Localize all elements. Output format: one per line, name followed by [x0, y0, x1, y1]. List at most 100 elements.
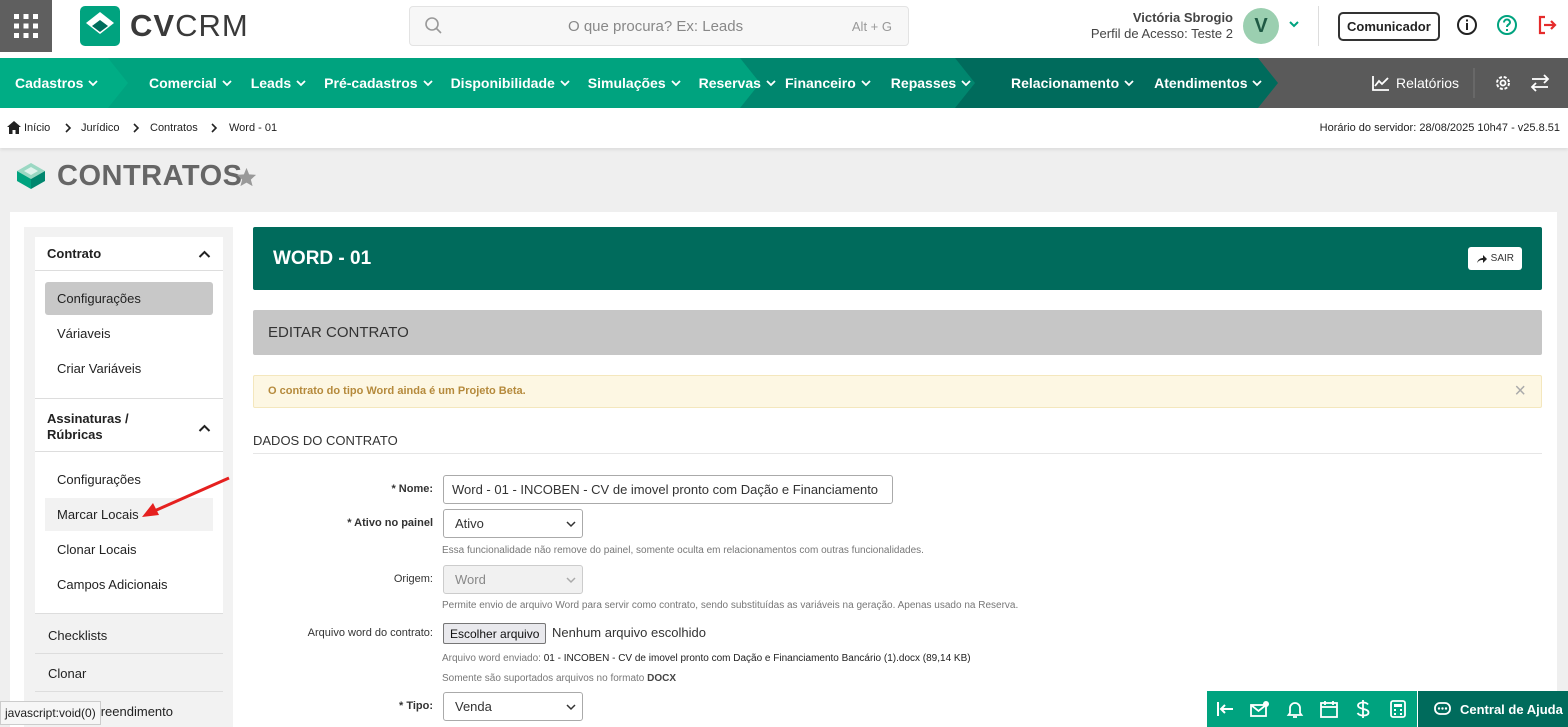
user-name: Victória Sbrogio — [1132, 10, 1233, 25]
exit-button[interactable]: SAIR — [1467, 247, 1522, 270]
chevron-down-icon — [296, 80, 306, 87]
divider — [35, 398, 223, 399]
bell-icon[interactable] — [1286, 700, 1304, 718]
chat-icon — [1434, 701, 1451, 715]
name-input[interactable]: Word - 01 - INCOBEN - CV de imovel pront… — [443, 475, 893, 504]
chevron-down-icon — [566, 521, 576, 528]
nav-simulacoes[interactable]: Simulações — [588, 75, 681, 91]
help-icon[interactable] — [1496, 14, 1518, 36]
search-input[interactable]: O que procura? Ex: Leads Alt + G — [409, 6, 909, 46]
nav-cadastros[interactable]: Cadastros — [15, 75, 99, 91]
chevron-down-icon — [88, 80, 99, 87]
status-bar-url: javascript:void(0) — [0, 701, 101, 725]
chevron-down-icon — [566, 704, 576, 711]
file-label: Arquivo word do contrato: — [307, 627, 433, 639]
user-profile: Perfil de Acesso: Teste 2 — [1090, 26, 1233, 41]
type-label: * Tipo: — [398, 700, 433, 712]
sidebar-item-assinaturas-configuracoes[interactable]: Configurações — [57, 472, 141, 487]
nav-disponibilidade[interactable]: Disponibilidade — [451, 75, 570, 91]
chevron-down-icon — [1124, 80, 1134, 87]
share-arrow-icon — [1476, 254, 1487, 263]
communicator-button[interactable]: Comunicador — [1338, 12, 1440, 41]
breadcrumb-home[interactable]: Início — [24, 122, 50, 134]
cvcrm-logo[interactable]: CVCRM — [80, 6, 249, 46]
nav-pre-cadastros[interactable]: Pré-cadastros — [324, 75, 433, 91]
breadcrumb: Início Jurídico Contratos Word - 01 Horá… — [0, 108, 1568, 148]
breadcrumb-current: Word - 01 — [229, 122, 278, 134]
edit-contract-bar: EDITAR CONTRATO — [253, 310, 1542, 355]
chevron-down-icon — [961, 80, 971, 87]
sidebar-item-clonar-locais[interactable]: Clonar Locais — [57, 542, 137, 557]
chevron-down-icon — [766, 80, 776, 87]
top-bar: CVCRM O que procura? Ex: Leads Alt + G V… — [0, 0, 1568, 58]
grid-icon — [14, 14, 38, 38]
sidebar-item-configuracoes[interactable]: Configurações — [57, 291, 141, 306]
sidebar-header-contrato[interactable]: Contrato — [47, 246, 197, 261]
chevron-down-icon[interactable] — [1288, 18, 1300, 30]
mail-notification-icon[interactable] — [1250, 700, 1270, 718]
annotation-arrow-icon — [142, 476, 230, 517]
chevron-right-icon — [211, 123, 218, 133]
sidebar-item-checklists[interactable]: Checklists — [48, 628, 107, 643]
gear-icon[interactable] — [1494, 74, 1512, 92]
search-placeholder: O que procura? Ex: Leads — [568, 18, 744, 35]
info-icon[interactable] — [1456, 14, 1478, 36]
sent-file-name[interactable]: 01 - INCOBEN - CV de imovel pronto com D… — [544, 653, 971, 664]
nav-financeiro[interactable]: Financeiro — [785, 75, 871, 91]
type-select[interactable]: Venda — [443, 692, 583, 721]
active-help: Essa funcionalidade não remove do painel… — [442, 545, 924, 556]
nav-comercial[interactable]: Comercial — [149, 75, 232, 91]
nav-leads[interactable]: Leads — [251, 75, 306, 91]
sidebar-item-variaveis[interactable]: Váriaveis — [57, 326, 110, 341]
server-time: Horário do servidor: 28/08/2025 10h47 - … — [1319, 122, 1560, 134]
supported-format-help: Somente são suportados arquivos no forma… — [442, 673, 677, 684]
logout-icon[interactable] — [1536, 14, 1558, 36]
home-icon[interactable] — [7, 121, 21, 134]
collapse-left-icon[interactable] — [1216, 700, 1234, 718]
nav-relatorios[interactable]: Relatórios — [1372, 75, 1459, 91]
calendar-icon[interactable] — [1320, 700, 1338, 718]
avatar[interactable]: V — [1243, 8, 1279, 44]
chevron-down-icon — [566, 577, 576, 584]
divider — [253, 453, 1542, 454]
nav-atendimentos[interactable]: Atendimentos — [1154, 75, 1263, 91]
nav-reservas[interactable]: Reservas — [699, 75, 776, 91]
active-select[interactable]: Ativo — [443, 509, 583, 538]
sidebar-item-criar-variaveis[interactable]: Criar Variáveis — [57, 361, 141, 376]
sidebar-item-marcar-locais[interactable]: Marcar Locais — [57, 507, 139, 522]
nav-repasses[interactable]: Repasses — [891, 75, 971, 91]
beta-alert: O contrato do tipo Word ainda é um Proje… — [253, 375, 1542, 408]
sidebar-header-assinaturas[interactable]: Assinaturas / Rúbricas — [47, 411, 157, 443]
sent-file-info: Arquivo word enviado: 01 - INCOBEN - CV … — [442, 653, 971, 664]
divider — [35, 691, 223, 692]
star-icon[interactable] — [236, 167, 257, 187]
origin-label: Origem: — [393, 573, 433, 585]
close-icon[interactable]: × — [1514, 380, 1526, 403]
chevron-down-icon — [222, 80, 232, 87]
help-center-button[interactable]: Central de Ajuda — [1418, 691, 1568, 727]
user-info[interactable]: Victória Sbrogio Perfil de Acesso: Teste… — [1091, 10, 1233, 42]
breadcrumb-contratos[interactable]: Contratos — [150, 122, 198, 134]
file-status: Nenhum arquivo escolhido — [552, 625, 706, 640]
contracts-icon — [17, 163, 45, 189]
sidebar-item-empreendimento[interactable]: Empreendimento — [86, 704, 216, 720]
sidebar-item-clonar[interactable]: Clonar — [48, 666, 86, 681]
divider — [1318, 6, 1319, 46]
swap-arrows-icon[interactable] — [1530, 74, 1550, 92]
dollar-icon[interactable] — [1356, 700, 1370, 718]
divider — [35, 270, 223, 271]
calculator-icon[interactable] — [1390, 700, 1406, 718]
name-label: * Nome: — [391, 483, 433, 495]
chevron-down-icon — [861, 80, 871, 87]
choose-file-button[interactable]: Escolher arquivo — [443, 623, 547, 644]
chevron-up-icon[interactable] — [198, 423, 211, 433]
chart-line-icon — [1372, 76, 1389, 91]
nav-relacionamento[interactable]: Relacionamento — [1011, 75, 1134, 91]
edit-contract-title: EDITAR CONTRATO — [268, 324, 409, 341]
sidebar-item-campos-adicionais[interactable]: Campos Adicionais — [57, 577, 168, 592]
divider — [35, 451, 223, 452]
chevron-up-icon[interactable] — [198, 249, 211, 259]
breadcrumb-juridico[interactable]: Jurídico — [81, 122, 120, 134]
apps-grid-button[interactable] — [0, 0, 52, 52]
bottom-toolbar — [1207, 691, 1417, 727]
